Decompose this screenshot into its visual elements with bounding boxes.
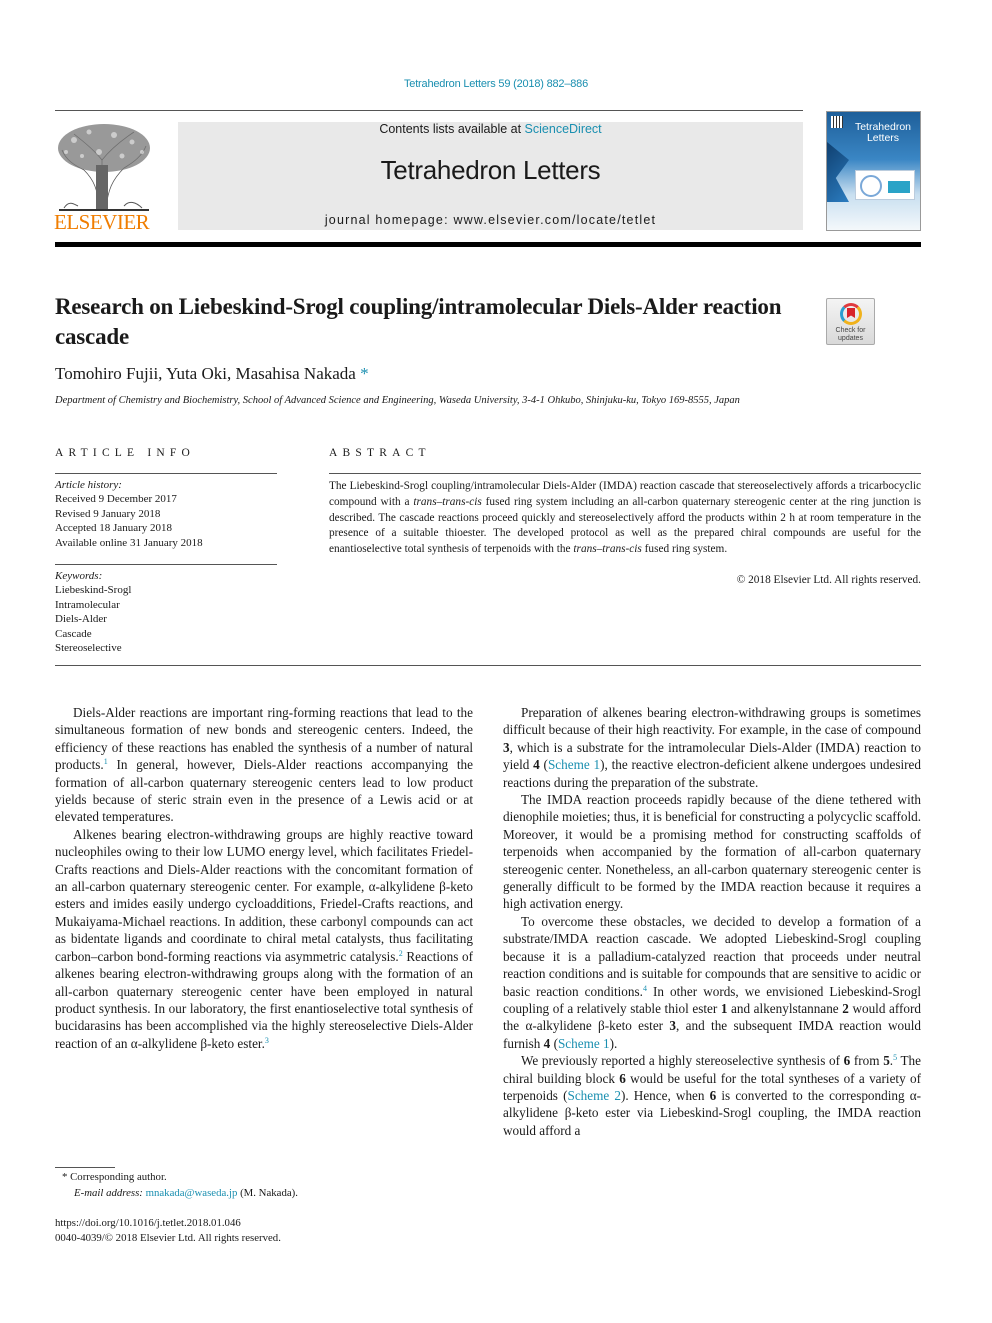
corresponding-author-note: * Corresponding author.: [62, 1171, 167, 1183]
keywords-rule: [55, 564, 277, 565]
history-received: Received 9 December 2017: [55, 493, 177, 506]
compound-number: 3: [503, 739, 510, 755]
text-segment: Preparation of alkenes bearing electron-…: [503, 705, 921, 738]
author-affiliation: Department of Chemistry and Biochemistry…: [55, 395, 740, 406]
keyword-item: Intramolecular: [55, 598, 120, 611]
scheme-link[interactable]: Scheme 1: [558, 1036, 610, 1051]
email-note: E-mail address: mnakada@waseda.jp (M. Na…: [74, 1186, 298, 1202]
header-thick-rule: [55, 242, 921, 247]
check-for-updates-button[interactable]: Check for updates: [826, 298, 875, 345]
compound-number: 2: [842, 1000, 849, 1016]
abstract-segment: fused ring system.: [641, 543, 728, 556]
check-updates-line1: Check for: [835, 327, 866, 334]
body-paragraph: Diels-Alder reactions are important ring…: [55, 704, 473, 826]
body-paragraph: To overcome these obstacles, we decided …: [503, 913, 921, 1052]
journal-citation-link[interactable]: Tetrahedron Letters 59 (2018) 882–886: [0, 78, 992, 90]
article-title: Research on Liebeskind-Srogl coupling/in…: [55, 294, 782, 349]
text-segment: ). Hence, when: [620, 1087, 710, 1103]
reference-link[interactable]: 3: [265, 1036, 269, 1045]
keyword-item: Liebeskind-Srogl: [55, 584, 132, 597]
keywords-list: Keywords: Liebeskind-Srogl Intramolecula…: [55, 569, 131, 655]
contents-prefix: Contents lists available at: [379, 122, 525, 136]
body-paragraph: The IMDA reaction proceeds rapidly becau…: [503, 792, 921, 912]
sciencedirect-link[interactable]: ScienceDirect: [525, 122, 602, 136]
body-paragraph: Alkenes bearing electron-withdrawing gro…: [55, 826, 473, 1052]
text-segment: ).: [609, 1035, 618, 1051]
compound-number: 6: [619, 1070, 626, 1086]
history-revised: Revised 9 January 2018: [55, 507, 161, 520]
abstract-text: The Liebeskind-Srogl coupling/intramolec…: [329, 479, 921, 558]
journal-homepage-line: journal homepage: www.elsevier.com/locat…: [178, 213, 803, 227]
cover-decoration: [827, 142, 849, 202]
abstract-italic: trans–trans-cis: [573, 543, 642, 556]
compound-number: 4: [533, 757, 540, 773]
text-segment: from: [850, 1053, 884, 1069]
email-label: E-mail address:: [74, 1187, 146, 1199]
body-column-right: Preparation of alkenes bearing electron-…: [503, 704, 921, 1139]
text-segment: (: [550, 1035, 558, 1051]
scheme-link[interactable]: Scheme 2: [567, 1088, 620, 1103]
check-updates-line2: updates: [838, 334, 863, 342]
body-column-left: Diels-Alder reactions are important ring…: [55, 704, 473, 1052]
footnote-rule: [55, 1167, 115, 1168]
scheme-link[interactable]: Scheme 1: [548, 757, 600, 772]
homepage-url[interactable]: www.elsevier.com/locate/tetlet: [453, 213, 656, 227]
cover-title-line2: Letters: [866, 132, 900, 144]
history-accepted: Accepted 18 January 2018: [55, 522, 172, 535]
elsevier-wordmark: ELSEVIER: [54, 210, 150, 234]
keyword-item: Stereoselective: [55, 642, 122, 655]
keywords-label: Keywords:: [55, 570, 103, 582]
email-suffix: (M. Nakada).: [237, 1187, 298, 1199]
abstract-copyright: © 2018 Elsevier Ltd. All rights reserved…: [736, 574, 921, 586]
section-divider: [55, 665, 921, 666]
abstract-heading: ABSTRACT: [329, 447, 431, 459]
email-link[interactable]: mnakada@waseda.jp: [146, 1187, 238, 1199]
header-top-rule: [55, 110, 803, 111]
journal-name: Tetrahedron Letters: [380, 155, 601, 185]
article-history: Article history: Received 9 December 201…: [55, 478, 203, 550]
journal-cover-thumbnail: Tetrahedron Letters: [826, 111, 921, 231]
body-paragraph: Preparation of alkenes bearing electron-…: [503, 704, 921, 791]
text-segment: and alkenylstannane: [727, 1000, 843, 1016]
history-online: Available online 31 January 2018: [55, 536, 203, 549]
article-info-rule: [55, 473, 277, 474]
cover-title: Tetrahedron Letters: [847, 122, 919, 144]
contents-available-line: Contents lists available at ScienceDirec…: [178, 122, 803, 136]
issn-copyright: 0040-4039/© 2018 Elsevier Ltd. All right…: [55, 1232, 281, 1244]
article-info-heading: ARTICLE INFO: [55, 447, 195, 459]
compound-number: 5: [883, 1053, 890, 1069]
cover-graphic: [855, 170, 915, 200]
text-segment: Alkenes bearing electron-withdrawing gro…: [55, 826, 473, 964]
author-list: Tomohiro Fujii, Yuta Oki, Masahisa Nakad…: [55, 364, 369, 384]
check-updates-label: Check for updates: [827, 327, 874, 342]
abstract-italic: trans–trans-cis: [413, 495, 482, 508]
homepage-prefix: journal homepage:: [324, 213, 454, 227]
body-paragraph: We previously reported a highly stereose…: [503, 1052, 921, 1139]
text-segment: In general, however, Diels-Alder reactio…: [55, 757, 473, 825]
text-segment: (: [539, 757, 548, 773]
corresponding-author-marker[interactable]: *: [360, 364, 369, 383]
author-names: Tomohiro Fujii, Yuta Oki, Masahisa Nakad…: [55, 364, 356, 383]
doi-link[interactable]: https://doi.org/10.1016/j.tetlet.2018.01…: [55, 1216, 241, 1232]
article-history-label: Article history:: [55, 479, 122, 491]
keyword-item: Diels-Alder: [55, 613, 107, 626]
keyword-item: Cascade: [55, 627, 92, 640]
abstract-rule: [329, 473, 921, 474]
qr-code-icon: [831, 116, 843, 128]
text-segment: We previously reported a highly stereose…: [521, 1053, 844, 1069]
